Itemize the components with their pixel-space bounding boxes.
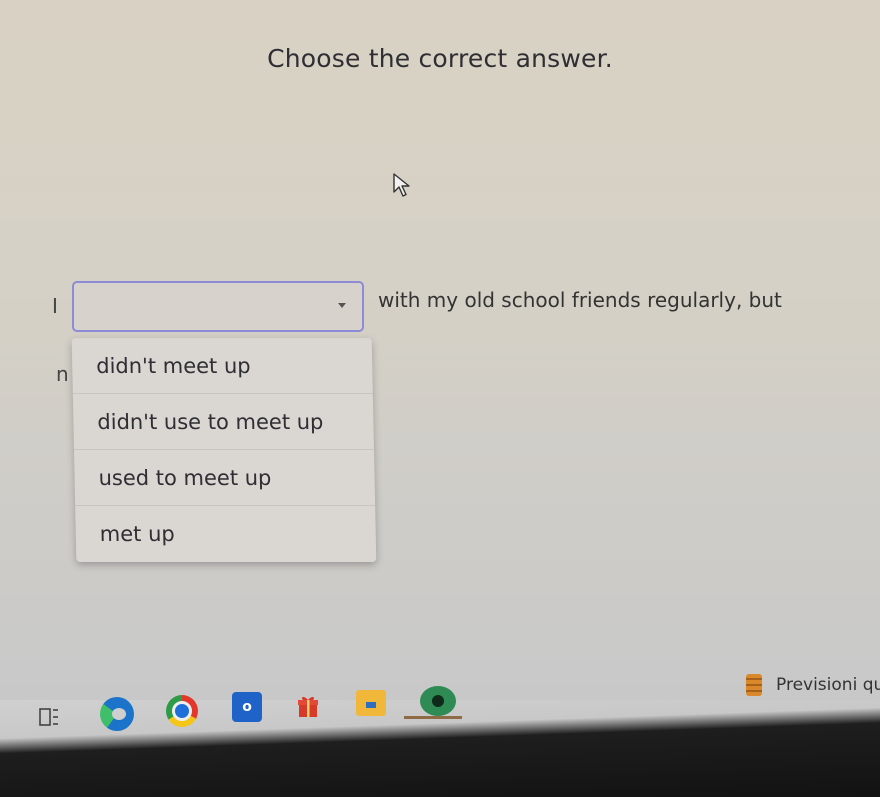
gift-icon[interactable] [296, 692, 320, 720]
quiz-screen: Choose the correct answer. I with my old… [0, 0, 880, 715]
dropdown-option-used-to-meet-up[interactable]: used to meet up [74, 450, 376, 506]
edge-icon[interactable] [100, 697, 134, 731]
chat-icon[interactable] [420, 686, 456, 716]
dropdown-option-didnt-use-to-meet-up[interactable]: didn't use to meet up [72, 394, 374, 450]
outlook-icon[interactable]: o [232, 692, 262, 722]
file-explorer-icon[interactable] [356, 690, 386, 716]
outlook-letter: o [242, 699, 252, 715]
chevron-down-icon[interactable] [338, 303, 346, 308]
chrome-icon[interactable] [166, 695, 198, 727]
task-view-icon[interactable] [38, 706, 60, 728]
dropdown-options-list: didn't meet up didn't use to meet up use… [71, 338, 377, 562]
dropdown-option-met-up[interactable]: met up [75, 506, 376, 562]
question-prefix: I [52, 294, 58, 318]
question-line2-prefix: n [56, 362, 69, 386]
dropdown-option-didnt-meet-up[interactable]: didn't meet up [71, 338, 373, 394]
question-suffix: with my old school friends regularly, bu… [378, 288, 782, 312]
weather-icon [746, 674, 762, 696]
page-title: Choose the correct answer. [267, 44, 613, 73]
active-app-indicator [404, 716, 462, 719]
mouse-pointer-icon [393, 173, 410, 197]
weather-widget[interactable]: Previsioni qua [746, 674, 880, 696]
weather-label: Previsioni qua [776, 675, 880, 695]
answer-dropdown-select[interactable] [72, 281, 364, 332]
